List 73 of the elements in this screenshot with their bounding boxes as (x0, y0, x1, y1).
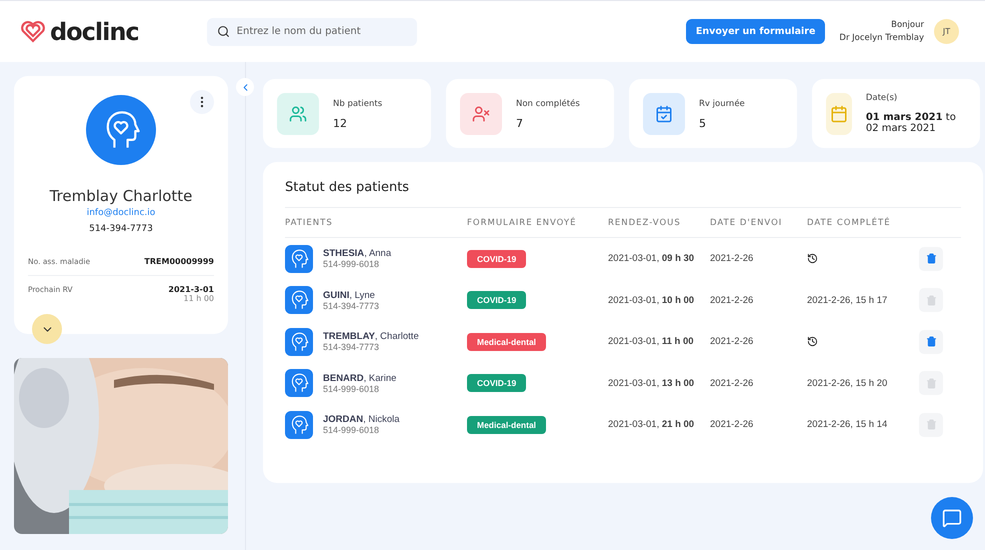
column-header: DATE COMPLÉTÉ (807, 218, 892, 228)
sent-date: 2021-2-26 (710, 253, 754, 264)
patient-name: Tremblay Charlotte (50, 187, 192, 205)
patient-name: BENARD, Karine (323, 372, 396, 384)
patient-phone: 514-999-6018 (323, 425, 380, 436)
form-tag: Medical-dental (467, 416, 546, 434)
detail-value: 2021-3-01 (168, 285, 214, 294)
chat-icon (942, 508, 962, 528)
phone-number: 514-394-7773 (89, 224, 153, 234)
sent-date: 2021-2-26 (710, 378, 754, 389)
email-link[interactable]: info@doclinc.io (86, 208, 156, 218)
appointment-date: 2021-03-01, 10 h 00 (608, 294, 696, 306)
head-icon (285, 369, 313, 398)
sent-date: 2021-2-26 (710, 336, 754, 348)
send-form-button[interactable]: Envoyer un formulaire (686, 19, 826, 44)
completed-date: 2021-2-26, 15 h 17 (807, 294, 888, 306)
expand-button[interactable] (32, 314, 62, 344)
form-tag: COVID-19 (467, 374, 526, 392)
patient-phone: 514-999-6018 (323, 259, 380, 270)
logo-text: doclinc (50, 18, 139, 46)
patient-name: TREMBLAY, Charlotte (323, 331, 419, 342)
stat-value: 01 mars 2021 to 02 mars 2021 (866, 112, 957, 134)
collapse-button[interactable] (236, 78, 254, 96)
panel-title: Statut des patients (285, 180, 961, 208)
patient-phone: 514-394-7773 (323, 300, 380, 311)
column-header: PATIENTS (285, 218, 334, 228)
sent-date: 2021-2-26 (710, 294, 754, 306)
trash-icon (926, 253, 936, 264)
stat-value: 7 (516, 118, 524, 128)
head-icon (285, 286, 313, 314)
detail-time: 11 h 00 (183, 294, 214, 303)
patient-phone: 514-999-6018 (323, 384, 380, 394)
form-tag: Medical-dental (467, 332, 546, 351)
appointment-date: 2021-03-01, 11 h 00 (608, 336, 695, 348)
column-header: DATE D'ENVOI (710, 218, 784, 228)
form-tag: COVID-19 (467, 250, 526, 268)
delete-button[interactable] (919, 246, 943, 271)
completed-date: 2021-2-26, 15 h 20 (807, 378, 888, 389)
patient-phone: 514-394-7773 (323, 342, 380, 352)
stat-value: 5 (699, 118, 707, 128)
delete-button[interactable] (919, 330, 943, 354)
stat-label: Non complétés (516, 98, 580, 108)
appointment-date: 2021-03-01, 09 h 30 (608, 253, 696, 264)
head-icon (285, 328, 313, 356)
search-icon (216, 24, 230, 38)
more-button[interactable] (190, 90, 214, 114)
trash-icon (926, 378, 936, 389)
patient-name: STHESIA, Anna (323, 248, 392, 260)
column-header: FORMULAIRE ENVOYÉ (467, 218, 578, 228)
appointment-date: 2021-03-01, 21 h 00 (608, 419, 696, 430)
stat-label: Date(s) (866, 93, 898, 103)
search-field[interactable]: Entrez le nom du patient (206, 18, 417, 46)
column-header: RENDEZ-VOUS (608, 218, 682, 228)
completed-date: 2021-2-26, 15 h 14 (807, 419, 888, 430)
head-icon (285, 410, 313, 439)
head-icon (285, 244, 313, 273)
stat-label: Rv journée (699, 98, 745, 108)
trash-icon (926, 419, 936, 430)
patient-name: GUINI, Lyne (323, 290, 376, 301)
sent-date: 2021-2-26 (710, 419, 754, 430)
form-tag: COVID-19 (467, 291, 526, 310)
chat-button[interactable] (931, 497, 973, 539)
heart-logo-icon (20, 20, 46, 42)
appointment-date: 2021-03-01, 13 h 00 (608, 378, 696, 389)
stat-label: Nb patients (333, 98, 382, 108)
user-name: Dr Jocelyn Tremblay (839, 32, 924, 44)
stat-value: 12 (333, 118, 348, 128)
trash-icon (926, 336, 936, 348)
greeting-text: Bonjour (891, 18, 924, 32)
trash-icon (926, 294, 936, 306)
detail-value: TREM00009999 (144, 257, 214, 266)
patient-name: JORDAN, Nickola (323, 414, 400, 426)
user-avatar[interactable]: JT (934, 19, 959, 44)
